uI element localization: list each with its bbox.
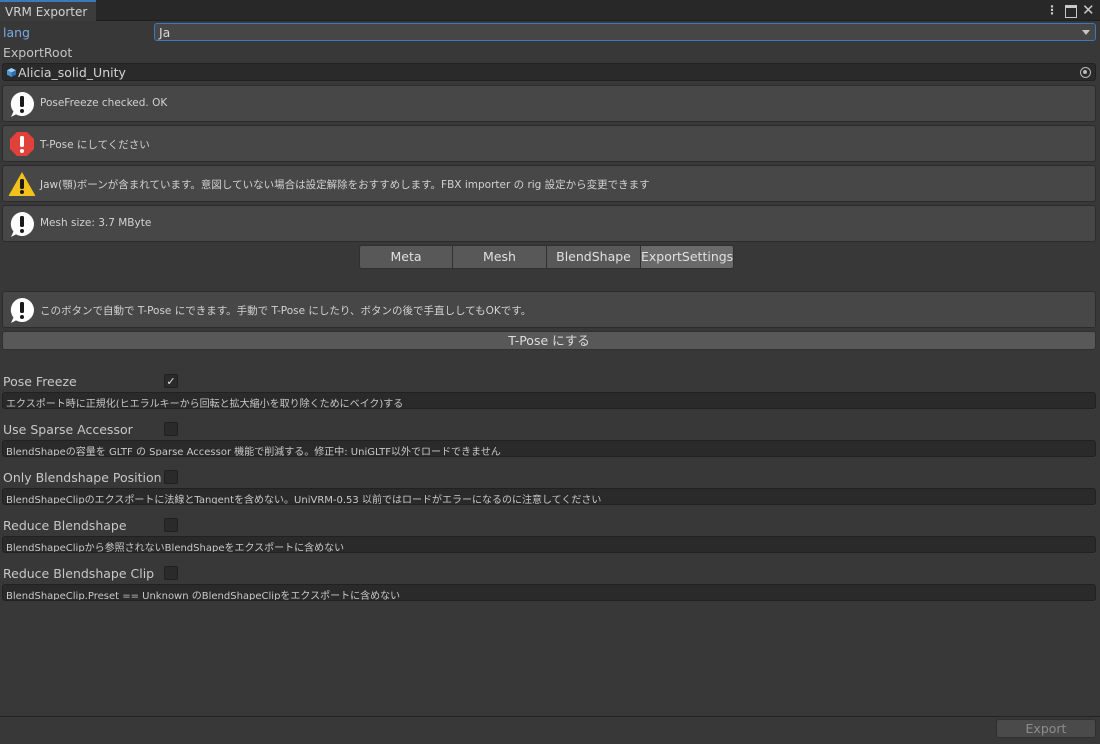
lang-dropdown[interactable]: Ja <box>154 23 1096 41</box>
reduce-blendshape-checkbox[interactable] <box>164 518 178 532</box>
reduce-blendshape-clip-label: Reduce Blendshape Clip <box>3 566 155 581</box>
help-box-info: PoseFreeze checked. OK <box>2 85 1096 122</box>
help-box-info: Mesh size: 3.7 MByte <box>2 205 1096 242</box>
export-button[interactable]: Export <box>996 719 1096 738</box>
message-text: Jaw(顎)ボーンが含まれています。意図していない場合は設定解除をおすすめします… <box>40 179 650 191</box>
window-tab[interactable]: VRM Exporter <box>0 0 96 21</box>
export-root-field[interactable]: Alicia_solid_Unity <box>2 63 1096 81</box>
more-options-icon[interactable]: ⋮ <box>1046 2 1058 18</box>
only-blendshape-position-checkbox[interactable] <box>164 470 178 484</box>
object-picker-icon[interactable] <box>1080 67 1091 78</box>
tab-mesh[interactable]: Mesh <box>453 245 547 269</box>
tab-blendshape[interactable]: BlendShape <box>547 245 641 269</box>
info-icon <box>10 212 34 237</box>
message-text: T-Pose にしてください <box>40 139 150 151</box>
lang-label: lang <box>3 25 30 40</box>
warning-icon <box>8 172 36 196</box>
settings-tabs: Meta Mesh BlendShape ExportSettings <box>359 245 734 269</box>
export-root-label: ExportRoot <box>3 45 73 60</box>
window-titlebar: VRM Exporter ⋮ ✕ <box>0 0 1100 21</box>
export-root-value: Alicia_solid_Unity <box>18 65 126 80</box>
reduce-blendshape-clip-description: BlendShapeClip.Preset == Unknown のBlendS… <box>2 584 1096 601</box>
error-icon <box>10 132 34 156</box>
only-blendshape-position-label: Only Blendshape Position <box>3 470 162 485</box>
maximize-icon[interactable] <box>1064 2 1077 18</box>
tab-meta[interactable]: Meta <box>359 245 453 269</box>
lang-row: lang Ja <box>0 22 1100 42</box>
pose-freeze-label: Pose Freeze <box>3 374 77 389</box>
reduce-blendshape-description: BlendShapeClipから参照されないBlendShapeをエクスポートに… <box>2 536 1096 553</box>
reduce-blendshape-label: Reduce Blendshape <box>3 518 127 533</box>
chevron-down-icon <box>1082 30 1090 35</box>
message-text: Mesh size: 3.7 MByte <box>40 217 152 229</box>
lang-selected-value: Ja <box>159 25 171 40</box>
prefab-cube-icon <box>7 68 16 77</box>
message-text: PoseFreeze checked. OK <box>40 97 168 109</box>
pose-freeze-checkbox[interactable]: ✓ <box>164 374 178 388</box>
info-icon <box>10 92 34 117</box>
help-box-error: T-Pose にしてください <box>2 125 1096 162</box>
pose-freeze-description: エクスポート時に正規化(ヒエラルキーから回転と拡大縮小を取り除くためにベイク)す… <box>2 392 1096 409</box>
tpose-button[interactable]: T-Pose にする <box>2 331 1096 350</box>
use-sparse-accessor-description: BlendShapeの容量を GLTF の Sparse Accessor 機能… <box>2 440 1096 457</box>
help-box-tpose: このボタンで自動で T-Pose にできます。手動で T-Pose にしたり、ボ… <box>2 291 1096 328</box>
only-blendshape-position-description: BlendShapeClipのエクスポートに法線とTangentを含めない。Un… <box>2 488 1096 505</box>
checkmark-icon: ✓ <box>166 375 176 388</box>
message-text: このボタンで自動で T-Pose にできます。手動で T-Pose にしたり、ボ… <box>40 305 532 317</box>
footer-divider <box>0 716 1100 717</box>
window-controls: ⋮ ✕ <box>1046 2 1095 18</box>
use-sparse-accessor-label: Use Sparse Accessor <box>3 422 133 437</box>
reduce-blendshape-clip-checkbox[interactable] <box>164 566 178 580</box>
use-sparse-accessor-checkbox[interactable] <box>164 422 178 436</box>
tab-export-settings[interactable]: ExportSettings <box>641 245 734 269</box>
help-box-warning: Jaw(顎)ボーンが含まれています。意図していない場合は設定解除をおすすめします… <box>2 165 1096 202</box>
info-icon <box>10 298 34 323</box>
close-icon[interactable]: ✕ <box>1082 2 1095 18</box>
